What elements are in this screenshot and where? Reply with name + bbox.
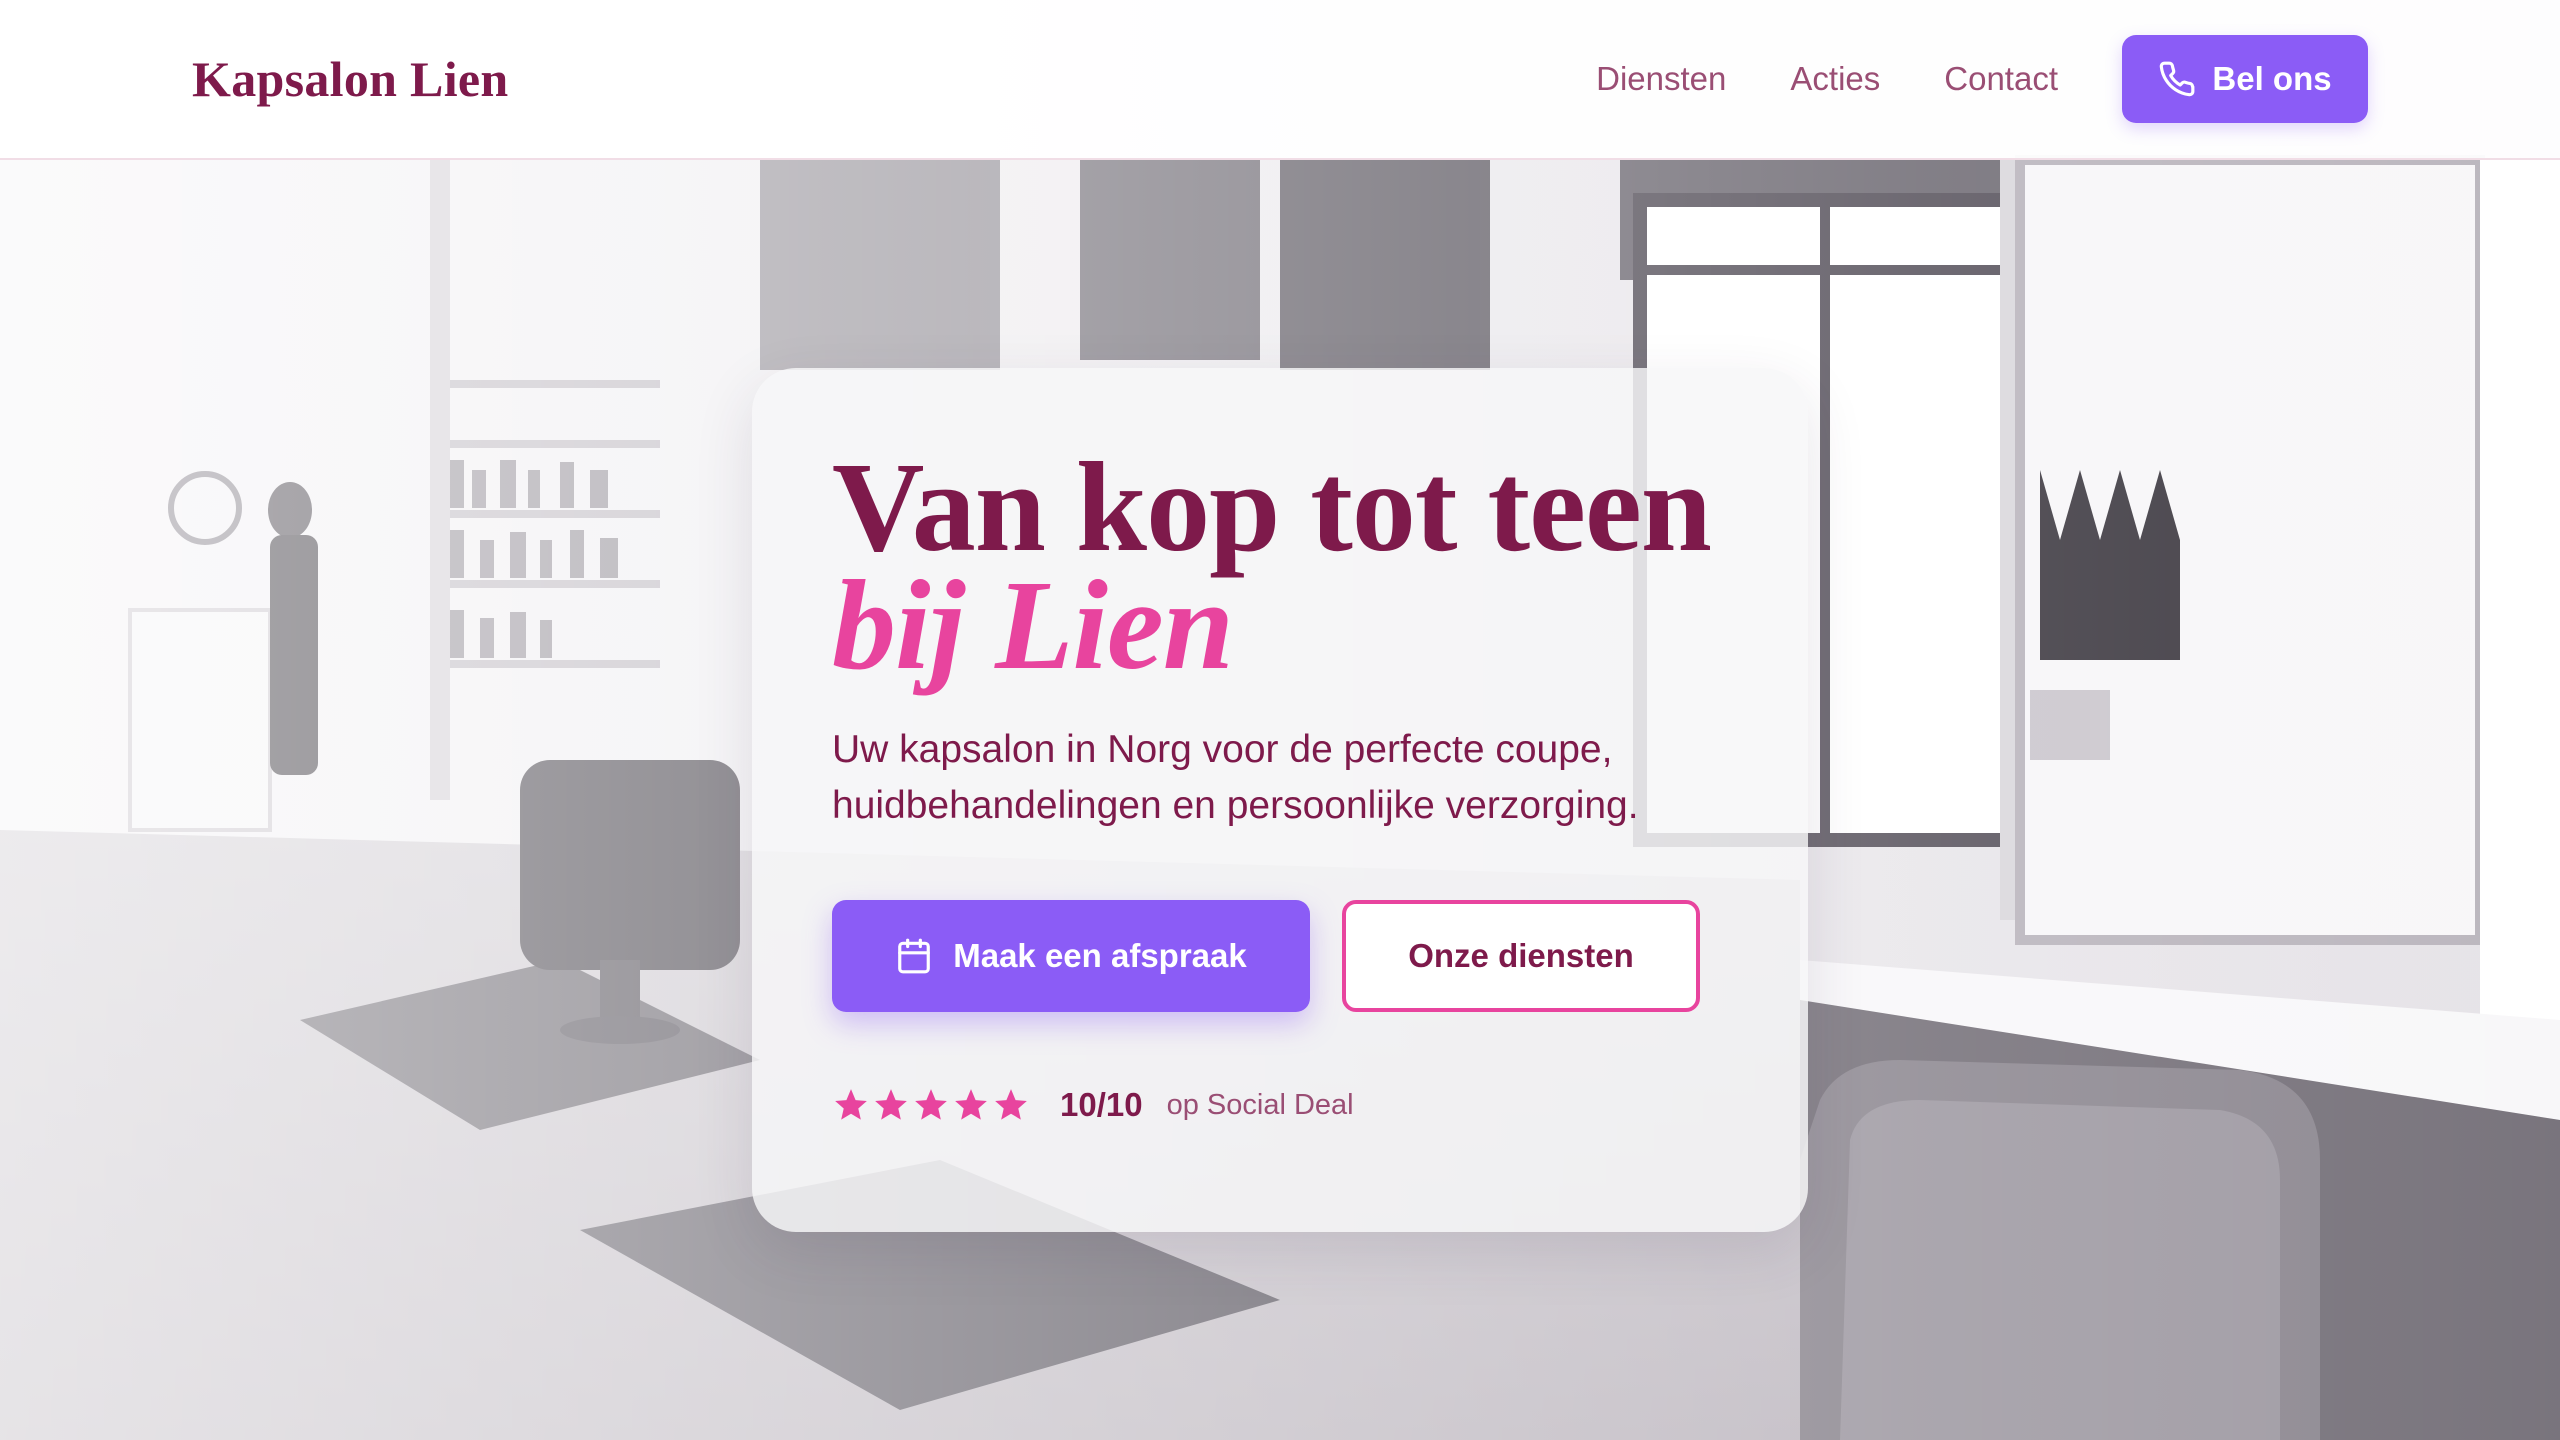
book-appointment-button[interactable]: Maak een afspraak bbox=[832, 900, 1310, 1012]
call-button[interactable]: Bel ons bbox=[2122, 35, 2368, 123]
hero-card: Van kop tot teen bij Lien Uw kapsalon in… bbox=[752, 368, 1808, 1232]
nav-link-acties[interactable]: Acties bbox=[1790, 60, 1880, 98]
site-header: Kapsalon Lien Diensten Acties Contact Be… bbox=[0, 0, 2560, 160]
logo[interactable]: Kapsalon Lien bbox=[192, 50, 509, 108]
star-icon bbox=[872, 1086, 910, 1124]
book-appointment-label: Maak een afspraak bbox=[953, 937, 1247, 974]
call-button-label: Bel ons bbox=[2212, 60, 2332, 97]
cta-row: Maak een afspraak Onze diensten bbox=[832, 900, 1728, 1012]
our-services-button[interactable]: Onze diensten bbox=[1342, 900, 1700, 1012]
star-icon bbox=[992, 1086, 1030, 1124]
star-icon bbox=[832, 1086, 870, 1124]
calendar-icon bbox=[895, 937, 933, 975]
nav-link-diensten[interactable]: Diensten bbox=[1596, 60, 1726, 98]
star-icon bbox=[952, 1086, 990, 1124]
nav-link-contact[interactable]: Contact bbox=[1944, 60, 2058, 98]
star-icon bbox=[912, 1086, 950, 1124]
our-services-label: Onze diensten bbox=[1408, 937, 1634, 974]
rating: 10/10 op Social Deal bbox=[832, 1086, 1728, 1124]
main-nav: Diensten Acties Contact Bel ons bbox=[1532, 35, 2368, 123]
hero-title-line2: bij Lien bbox=[832, 554, 1234, 696]
rating-stars bbox=[832, 1086, 1032, 1124]
rating-score: 10/10 bbox=[1060, 1086, 1143, 1123]
hero-title: Van kop tot teen bij Lien bbox=[832, 443, 1728, 696]
hero-subtitle: Uw kapsalon in Norg voor de perfecte cou… bbox=[832, 728, 1639, 827]
rating-source: op Social Deal bbox=[1166, 1088, 1354, 1121]
page: Kapsalon Lien Diensten Acties Contact Be… bbox=[0, 0, 2560, 1440]
phone-icon bbox=[2158, 60, 2196, 98]
